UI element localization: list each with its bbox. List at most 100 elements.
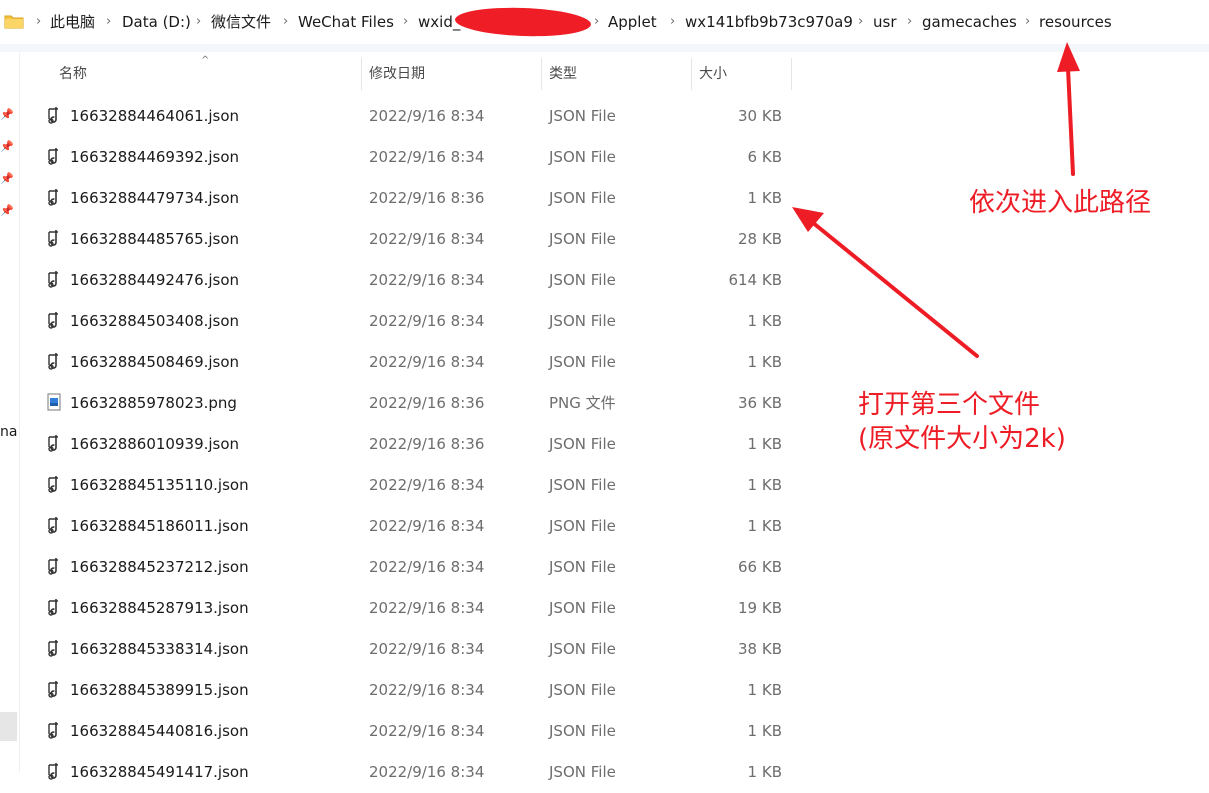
file-name: 166328845440816.json bbox=[70, 722, 249, 740]
file-type: JSON File bbox=[549, 722, 616, 740]
breadcrumb-item[interactable]: wxid_ bbox=[418, 12, 460, 32]
json-file-icon bbox=[46, 188, 62, 206]
file-size: 19 KB bbox=[738, 599, 782, 617]
json-file-icon bbox=[46, 680, 62, 698]
file-size: 1 KB bbox=[747, 312, 782, 330]
file-name: 166328845389915.json bbox=[70, 681, 249, 699]
column-divider[interactable] bbox=[361, 58, 362, 90]
breadcrumb-separator-icon[interactable]: › bbox=[1025, 12, 1030, 32]
json-file-icon bbox=[46, 557, 62, 575]
pin-icon[interactable]: 📌 bbox=[0, 172, 14, 186]
file-name: 16632884464061.json bbox=[70, 107, 240, 125]
nav-scrollbar-thumb[interactable] bbox=[0, 712, 17, 741]
breadcrumb-item[interactable]: wx141bfb9b73c970a9 bbox=[685, 12, 853, 32]
file-row[interactable]: 166328845135110.json 2022/9/16 8:34 JSON F… bbox=[40, 465, 800, 506]
file-type: JSON File bbox=[549, 148, 616, 166]
column-divider[interactable] bbox=[691, 58, 692, 90]
file-row[interactable]: 166328845287913.json 2022/9/16 8:34 JSON F… bbox=[40, 588, 800, 629]
breadcrumb-item[interactable]: 此电脑 bbox=[50, 12, 95, 32]
file-row[interactable]: 166328845440816.json 2022/9/16 8:34 JSON F… bbox=[40, 711, 800, 752]
file-name: 166328845135110.json bbox=[70, 476, 249, 494]
pin-icon[interactable]: 📌 bbox=[0, 108, 14, 122]
breadcrumb-separator-icon[interactable]: › bbox=[907, 12, 912, 32]
breadcrumb-item[interactable]: usr bbox=[873, 12, 897, 32]
file-type: JSON File bbox=[549, 312, 616, 330]
file-size: 30 KB bbox=[738, 107, 782, 125]
file-date: 2022/9/16 8:34 bbox=[369, 599, 485, 617]
file-row[interactable]: 16632884479734.json 2022/9/16 8:36 JSON Fi… bbox=[40, 178, 800, 219]
file-type: JSON File bbox=[549, 558, 616, 576]
file-name: 16632884508469.json bbox=[70, 353, 240, 371]
file-type: JSON File bbox=[549, 271, 616, 289]
json-file-icon bbox=[46, 762, 62, 780]
breadcrumb-item[interactable]: 微信文件 bbox=[211, 12, 271, 32]
file-date: 2022/9/16 8:34 bbox=[369, 271, 485, 289]
pin-icon[interactable]: 📌 bbox=[0, 140, 14, 154]
nav-item-partial[interactable]: na bbox=[0, 424, 17, 440]
file-type: JSON File bbox=[549, 353, 616, 371]
json-file-icon bbox=[46, 639, 62, 657]
file-row[interactable]: 166328845338314.json 2022/9/16 8:34 JSON F… bbox=[40, 629, 800, 670]
address-bar[interactable]: › 此电脑 › Data (D:) › 微信文件 › WeChat Files › wxid_ › A… bbox=[0, 0, 1209, 45]
breadcrumb-item[interactable]: Data (D:) bbox=[122, 12, 191, 32]
breadcrumb-separator-icon[interactable]: › bbox=[858, 12, 863, 32]
column-divider[interactable] bbox=[541, 58, 542, 90]
breadcrumb-separator-icon[interactable]: › bbox=[36, 12, 41, 32]
file-date: 2022/9/16 8:34 bbox=[369, 107, 485, 125]
breadcrumb-separator-icon[interactable]: › bbox=[670, 12, 675, 32]
file-name: 16632884469392.json bbox=[70, 148, 240, 166]
column-header-type[interactable]: 类型 bbox=[549, 62, 577, 90]
file-row[interactable]: 166328845186011.json 2022/9/16 8:34 JSON F… bbox=[40, 506, 800, 547]
column-header-date[interactable]: 修改日期 bbox=[369, 62, 425, 90]
breadcrumb-separator-icon[interactable]: › bbox=[283, 12, 288, 32]
file-row[interactable]: 166328845389915.json 2022/9/16 8:34 JSON F… bbox=[40, 670, 800, 711]
annotation-size-note: (原文件大小为2k) bbox=[858, 424, 1066, 454]
column-header-size[interactable]: 大小 bbox=[699, 62, 727, 90]
file-name: 16632884485765.json bbox=[70, 230, 240, 248]
navigation-pane[interactable]: 📌 📌 📌 📌 na bbox=[0, 52, 20, 773]
file-type: JSON File bbox=[549, 435, 616, 453]
breadcrumb-separator-icon[interactable]: › bbox=[594, 12, 599, 32]
json-file-icon bbox=[46, 475, 62, 493]
file-name: 16632885978023.png bbox=[70, 394, 237, 412]
file-size: 1 KB bbox=[747, 189, 782, 207]
file-type: JSON File bbox=[549, 640, 616, 658]
file-row[interactable]: 16632884469392.json 2022/9/16 8:34 JSON Fi… bbox=[40, 137, 800, 178]
file-name: 166328845287913.json bbox=[70, 599, 249, 617]
folder-icon bbox=[4, 15, 24, 29]
breadcrumb-separator-icon[interactable]: › bbox=[106, 12, 111, 32]
breadcrumb-item[interactable]: resources bbox=[1039, 12, 1112, 32]
file-row[interactable]: 16632884464061.json 2022/9/16 8:34 JSON Fi… bbox=[40, 96, 800, 137]
file-type: JSON File bbox=[549, 189, 616, 207]
breadcrumb-item[interactable]: gamecaches bbox=[922, 12, 1017, 32]
annotation-open-note: 打开第三个文件 bbox=[858, 390, 1041, 420]
file-date: 2022/9/16 8:34 bbox=[369, 763, 485, 781]
file-name: 166328845237212.json bbox=[70, 558, 249, 576]
file-date: 2022/9/16 8:34 bbox=[369, 230, 485, 248]
file-size: 38 KB bbox=[738, 640, 782, 658]
file-name: 166328845491417.json bbox=[70, 763, 249, 781]
column-header-name[interactable]: 名称 bbox=[59, 62, 87, 90]
file-date: 2022/9/16 8:34 bbox=[369, 353, 485, 371]
file-date: 2022/9/16 8:36 bbox=[369, 435, 485, 453]
address-bar-shadow bbox=[0, 44, 1209, 52]
file-row[interactable]: 16632884485765.json 2022/9/16 8:34 JSON Fi… bbox=[40, 219, 800, 260]
file-row[interactable]: 16632884492476.json 2022/9/16 8:34 JSON Fi… bbox=[40, 260, 800, 301]
file-row[interactable]: 166328845237212.json 2022/9/16 8:34 JSON F… bbox=[40, 547, 800, 588]
json-file-icon bbox=[46, 229, 62, 247]
file-row[interactable]: 16632884503408.json 2022/9/16 8:34 JSON Fi… bbox=[40, 301, 800, 342]
file-name: 16632884492476.json bbox=[70, 271, 240, 289]
pin-icon[interactable]: 📌 bbox=[0, 204, 14, 218]
file-row[interactable]: 16632885978023.png 2022/9/16 8:36 PNG 文件 36… bbox=[40, 383, 800, 424]
file-size: 1 KB bbox=[747, 517, 782, 535]
breadcrumb-item[interactable]: Applet bbox=[608, 12, 657, 32]
breadcrumb-separator-icon[interactable]: › bbox=[403, 12, 408, 32]
file-row[interactable]: 16632884508469.json 2022/9/16 8:34 JSON Fi… bbox=[40, 342, 800, 383]
file-date: 2022/9/16 8:34 bbox=[369, 517, 485, 535]
breadcrumb-separator-icon[interactable]: › bbox=[196, 12, 201, 32]
sort-ascending-icon: ^ bbox=[201, 55, 210, 66]
column-divider[interactable] bbox=[791, 58, 792, 90]
file-date: 2022/9/16 8:34 bbox=[369, 148, 485, 166]
file-row[interactable]: 16632886010939.json 2022/9/16 8:36 JSON Fi… bbox=[40, 424, 800, 465]
breadcrumb-item[interactable]: WeChat Files bbox=[298, 12, 394, 32]
